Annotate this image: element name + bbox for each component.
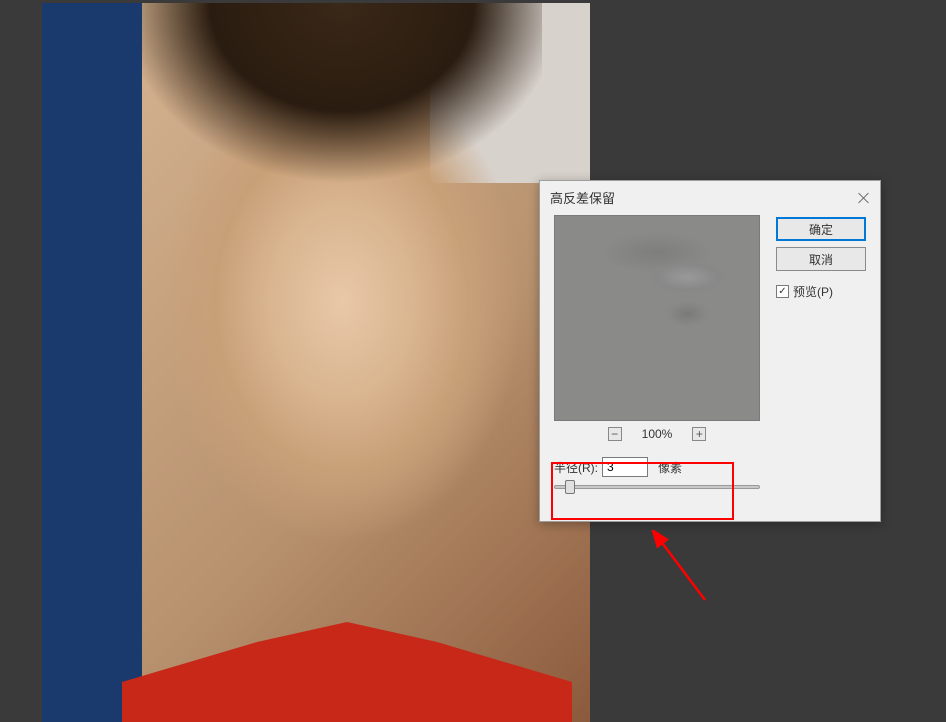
- preview-checkbox[interactable]: ✓: [776, 285, 789, 298]
- dialog-titlebar[interactable]: 高反差保留: [540, 181, 880, 213]
- high-pass-dialog: 高反差保留 − 100% + 半径(R): 像素 确定 取消 ✓: [539, 180, 881, 522]
- preview-checkbox-row: ✓ 预览(P): [776, 283, 866, 300]
- cancel-button[interactable]: 取消: [776, 247, 866, 271]
- image-background-blue: [42, 3, 142, 722]
- ok-button-label: 确定: [809, 221, 833, 238]
- close-icon[interactable]: [858, 191, 870, 203]
- radius-slider[interactable]: [554, 485, 760, 489]
- filter-preview[interactable]: [554, 215, 760, 421]
- radius-input[interactable]: [602, 457, 648, 477]
- preview-image: [555, 216, 759, 420]
- zoom-level: 100%: [642, 427, 673, 441]
- slider-thumb[interactable]: [565, 480, 575, 494]
- zoom-controls: − 100% +: [554, 427, 760, 441]
- annotation-arrow-icon: [650, 530, 720, 610]
- dialog-title: 高反差保留: [550, 188, 615, 207]
- radius-unit: 像素: [658, 459, 682, 476]
- ok-button[interactable]: 确定: [776, 217, 866, 241]
- zoom-in-button[interactable]: +: [692, 427, 706, 441]
- dialog-button-panel: 确定 取消 ✓ 预览(P): [776, 217, 866, 300]
- canvas-image[interactable]: [42, 3, 590, 722]
- preview-checkbox-label: 预览(P): [793, 283, 833, 300]
- radius-row: 半径(R): 像素: [554, 457, 866, 477]
- zoom-out-button[interactable]: −: [608, 427, 622, 441]
- image-hair-area: [142, 3, 542, 283]
- radius-label: 半径(R):: [554, 459, 598, 476]
- dialog-body: − 100% + 半径(R): 像素 确定 取消 ✓ 预览(P): [540, 215, 880, 523]
- cancel-button-label: 取消: [809, 251, 833, 268]
